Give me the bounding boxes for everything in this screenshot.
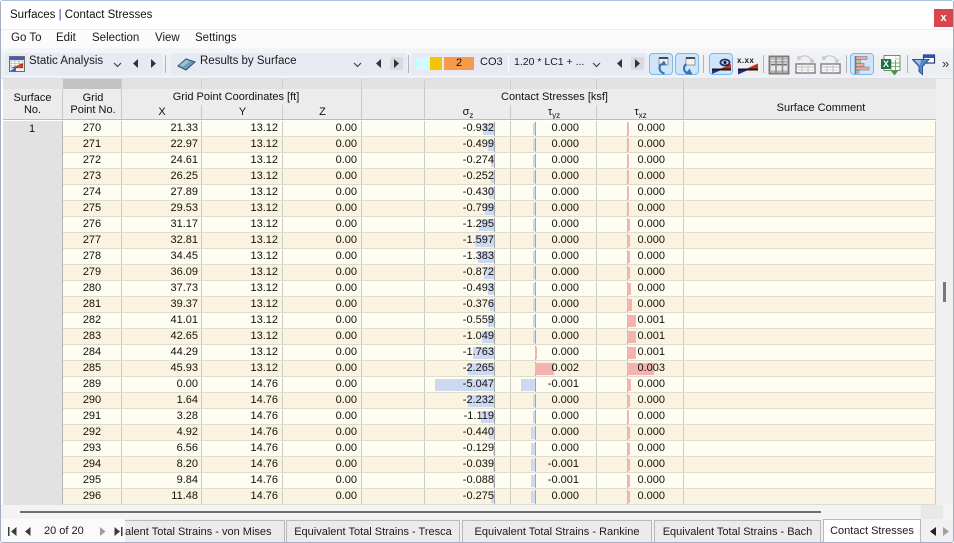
svg-text:x.xx: x.xx	[737, 56, 754, 65]
svg-text:X: X	[883, 59, 889, 69]
